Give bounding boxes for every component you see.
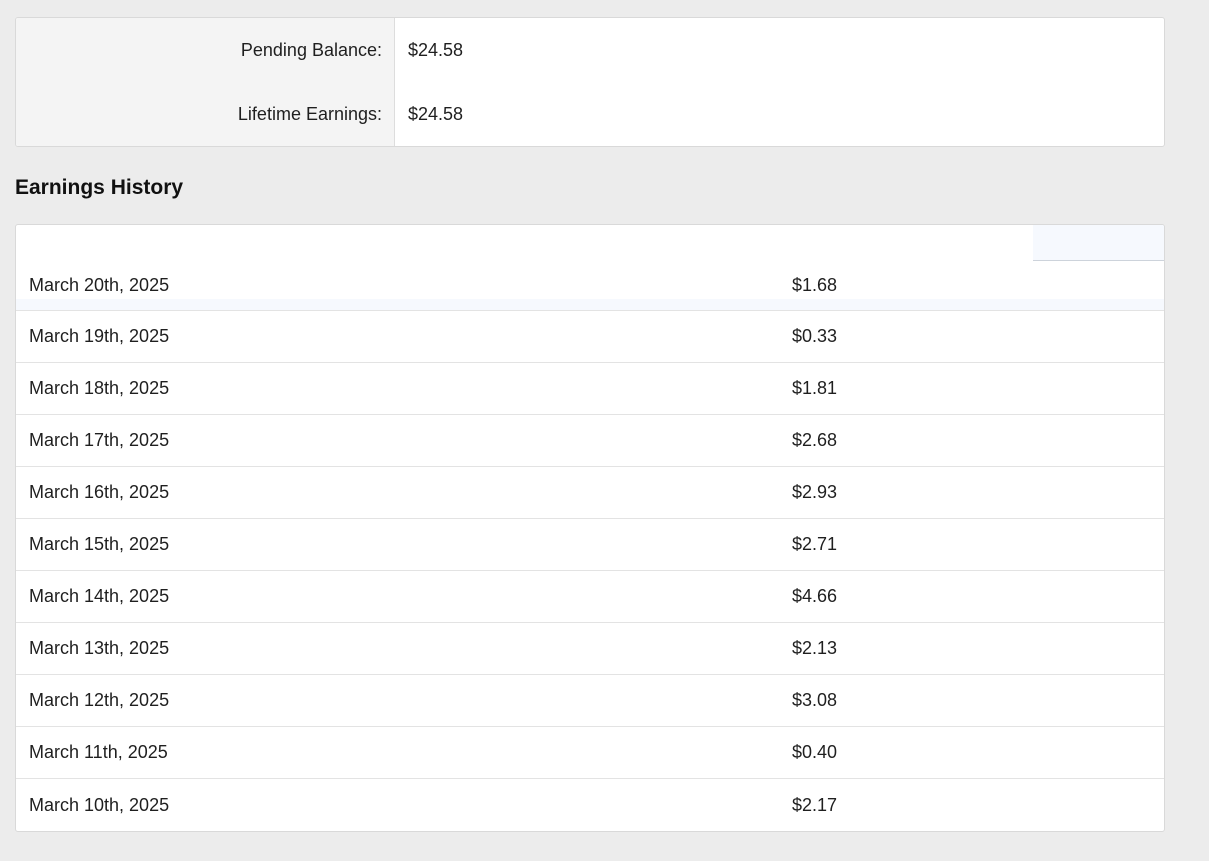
table-row: March 20th, 2025 $1.68 [16,260,1164,311]
earning-date: March 14th, 2025 [29,586,170,606]
table-row: March 16th, 2025 $2.93 [16,467,1164,519]
table-row: March 15th, 2025 $2.71 [16,519,1164,571]
earning-date: March 12th, 2025 [29,690,170,710]
table-row: March 11th, 2025 $0.40 [16,727,1164,779]
earning-amount: $0.40 [792,742,838,762]
earning-amount: $2.93 [792,482,838,502]
earning-amount: $2.68 [792,430,838,450]
earning-amount: $2.17 [792,794,838,815]
earning-amount: $1.68 [792,274,838,295]
earning-amount: $4.66 [792,586,838,606]
earning-amount: $2.13 [792,638,838,658]
pending-balance-label: Pending Balance: [240,39,382,60]
table-row: March 12th, 2025 $3.08 [16,675,1164,727]
earning-date: March 15th, 2025 [29,534,170,554]
earning-amount: $3.08 [792,690,838,710]
table-header [16,225,1164,261]
earning-date: March 13th, 2025 [29,638,170,658]
table-row: March 10th, 2025 $2.17 [16,779,1164,831]
lifetime-earnings-value: $24.58 [408,103,464,124]
earnings-page: Pending Balance: Lifetime Earnings: $24.… [15,17,1165,832]
earning-date: March 20th, 2025 [29,274,170,295]
table-row: March 14th, 2025 $4.66 [16,571,1164,623]
earnings-history-table: March 20th, 2025 $1.68 March 19th, 2025 $0.… [15,224,1165,832]
table-row: March 17th, 2025 $2.68 [16,415,1164,467]
earning-date: March 18th, 2025 [29,378,170,398]
pending-balance-value: $24.58 [408,39,464,60]
earning-date: March 11th, 2025 [29,742,168,762]
earning-amount: $2.71 [792,534,838,554]
earning-date: March 10th, 2025 [29,794,170,815]
balance-summary-card: Pending Balance: Lifetime Earnings: $24.… [15,17,1165,147]
table-row: March 19th, 2025 $0.33 [16,311,1164,363]
table-row: March 18th, 2025 $1.81 [16,363,1164,415]
earnings-history-title: Earnings History [15,176,184,199]
earning-date: March 16th, 2025 [29,482,170,502]
earning-date: March 17th, 2025 [29,430,170,450]
earning-amount: $1.81 [792,378,838,398]
summary-values-column: $24.58 $24.58 [395,18,1164,146]
summary-labels-column: Pending Balance: Lifetime Earnings: [16,18,395,146]
table-row: March 13th, 2025 $2.13 [16,623,1164,675]
table-body: March 20th, 2025 $1.68 March 19th, 2025 $0.… [16,260,1164,831]
earning-date: March 19th, 2025 [29,326,170,346]
header-tint [1033,225,1164,261]
earning-amount: $0.33 [792,326,838,346]
lifetime-earnings-label: Lifetime Earnings: [237,103,382,124]
